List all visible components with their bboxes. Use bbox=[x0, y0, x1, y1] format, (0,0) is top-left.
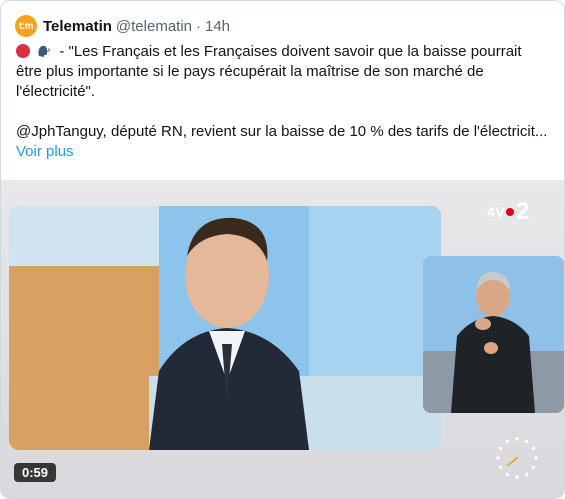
channel-logo-text: 4V bbox=[487, 204, 506, 220]
separator-dot: · bbox=[196, 17, 201, 35]
speaking-head-icon bbox=[38, 45, 50, 57]
video-frame-main bbox=[9, 206, 441, 450]
post-text-line-2: être plus importante si le pays récupéra… bbox=[16, 63, 484, 80]
post-text: - "Les Français et les Françaises doiven… bbox=[16, 42, 556, 162]
loading-clock-icon bbox=[496, 437, 538, 479]
post-text-line-4: @JphTanguy, député RN, revient sur la ba… bbox=[16, 123, 548, 140]
post-text-line-1: - "Les Français et les Françaises doiven… bbox=[55, 43, 522, 60]
see-more-link[interactable]: Voir plus bbox=[16, 142, 74, 162]
post-timestamp[interactable]: 14h bbox=[205, 18, 230, 35]
interpreter-scene bbox=[423, 256, 564, 413]
post-header: t:m Telematin @telematin · 14h bbox=[15, 15, 230, 37]
video-duration: 0:59 bbox=[14, 463, 57, 482]
channel-logo-number: 2 bbox=[516, 198, 530, 225]
author-name[interactable]: Telematin bbox=[43, 18, 112, 35]
red-circle-icon bbox=[16, 44, 30, 58]
channel-logo: 4V 2 bbox=[487, 200, 529, 224]
avatar[interactable]: t:m bbox=[15, 15, 37, 37]
sign-language-inset bbox=[423, 256, 564, 413]
presenter-scene bbox=[9, 206, 441, 450]
post-card[interactable]: t:m Telematin @telematin · 14h - "Les Fr… bbox=[0, 0, 565, 499]
post-text-line-3: l'électricité". bbox=[16, 83, 96, 100]
video-player[interactable]: 4V 2 0:59 bbox=[1, 180, 564, 498]
channel-logo-dot bbox=[506, 208, 515, 216]
author-handle[interactable]: @telematin bbox=[116, 18, 192, 35]
